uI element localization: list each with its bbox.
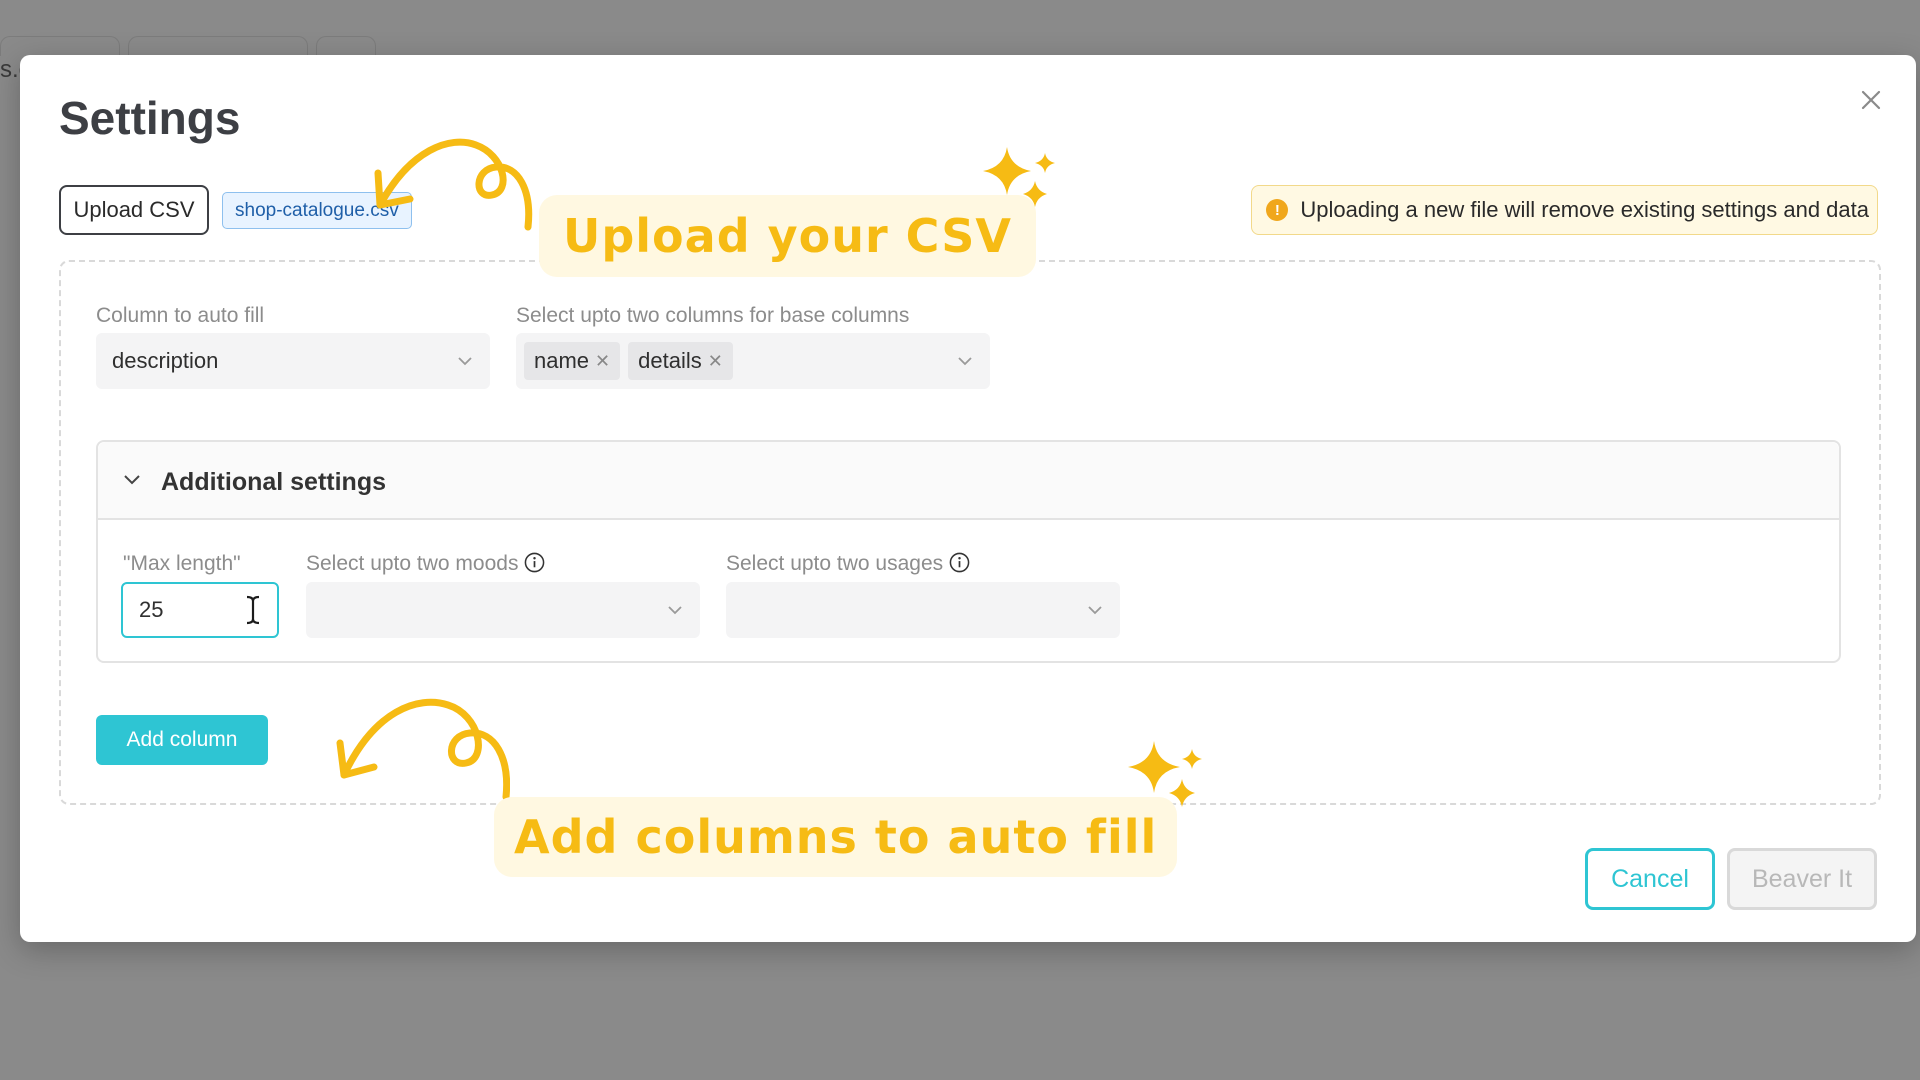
info-icon[interactable]	[524, 552, 545, 573]
moods-select[interactable]	[306, 582, 700, 638]
add-column-button[interactable]: Add column	[96, 715, 268, 765]
base-column-chip-details: details ✕	[628, 342, 733, 380]
additional-settings-header[interactable]: Additional settings	[98, 442, 1839, 520]
warning-text: Uploading a new file will remove existin…	[1300, 197, 1869, 222]
beaver-it-button[interactable]: Beaver It	[1727, 848, 1877, 910]
base-columns-select[interactable]: name ✕ details ✕	[516, 333, 990, 389]
chevron-down-icon	[458, 357, 472, 366]
upload-warning-banner: ! Uploading a new file will remove exist…	[1251, 185, 1878, 235]
chevron-down-icon	[124, 475, 140, 485]
moods-label: Select upto two moods	[306, 552, 545, 576]
background-tab	[316, 36, 376, 56]
auto-fill-select[interactable]: description	[96, 333, 490, 389]
annotation-upload-csv: Upload your CSV	[539, 195, 1037, 277]
upload-csv-button[interactable]: Upload CSV	[59, 185, 209, 235]
usages-label: Select upto two usages	[726, 552, 970, 576]
max-length-input[interactable]	[121, 582, 279, 638]
usages-select[interactable]	[726, 582, 1120, 638]
base-column-chip-name: name ✕	[524, 342, 621, 380]
remove-chip-icon[interactable]: ✕	[595, 351, 610, 372]
info-icon[interactable]	[949, 552, 970, 573]
chevron-down-icon	[958, 357, 972, 366]
cancel-button[interactable]: Cancel	[1585, 848, 1715, 910]
background-tab	[128, 36, 308, 56]
base-columns-label: Select upto two columns for base columns	[516, 304, 910, 327]
additional-settings-title: Additional settings	[161, 468, 386, 496]
settings-modal: Settings Upload CSV shop-catalogue.csv !…	[20, 55, 1916, 942]
annotation-add-columns: Add columns to auto fill	[494, 797, 1178, 877]
auto-fill-value: description	[112, 348, 219, 373]
warning-icon: !	[1266, 199, 1289, 221]
max-length-label: "Max length"	[123, 552, 241, 575]
auto-fill-label: Column to auto fill	[96, 304, 265, 327]
close-icon[interactable]	[1856, 85, 1886, 115]
chevron-down-icon	[1088, 606, 1102, 615]
uploaded-file-tag: shop-catalogue.csv	[222, 192, 412, 229]
chevron-down-icon	[668, 606, 682, 615]
modal-title: Settings	[59, 92, 241, 144]
remove-chip-icon[interactable]: ✕	[708, 351, 723, 372]
background-tab	[0, 36, 120, 56]
